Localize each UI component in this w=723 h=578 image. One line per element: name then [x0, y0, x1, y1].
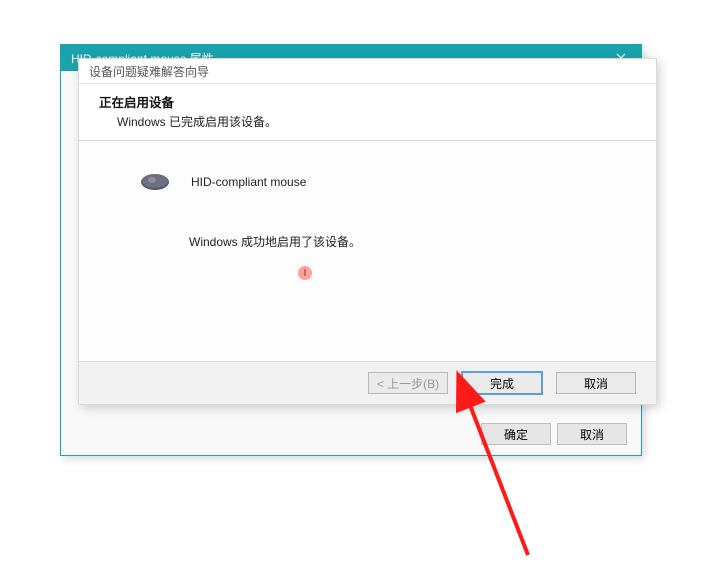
back-button: < 上一步(B)	[368, 372, 448, 394]
parent-cancel-button[interactable]: 取消	[557, 423, 627, 445]
wizard-body: HID-compliant mouse Windows 成功地启用了该设备。	[79, 141, 656, 361]
wizard-footer: < 上一步(B) 完成 取消	[79, 361, 656, 404]
wizard-title: 设备问题疑难解答向导	[89, 63, 209, 80]
wizard-header-title: 正在启用设备	[99, 92, 636, 111]
troubleshoot-wizard-dialog: 设备问题疑难解答向导 正在启用设备 Windows 已完成启用该设备。 HID-…	[78, 58, 657, 405]
wizard-titlebar: 设备问题疑难解答向导	[79, 59, 656, 84]
wizard-header-subtitle: Windows 已完成启用该设备。	[117, 113, 636, 130]
wizard-header: 正在启用设备 Windows 已完成启用该设备。	[79, 84, 656, 141]
parent-footer: 确定 取消	[481, 423, 627, 445]
wizard-cancel-button[interactable]: 取消	[556, 372, 636, 394]
device-row: HID-compliant mouse	[139, 171, 616, 193]
device-name-label: HID-compliant mouse	[191, 175, 306, 189]
mouse-icon	[139, 171, 171, 193]
finish-button[interactable]: 完成	[462, 372, 542, 394]
status-text: Windows 成功地启用了该设备。	[189, 233, 616, 250]
parent-ok-button[interactable]: 确定	[481, 423, 551, 445]
